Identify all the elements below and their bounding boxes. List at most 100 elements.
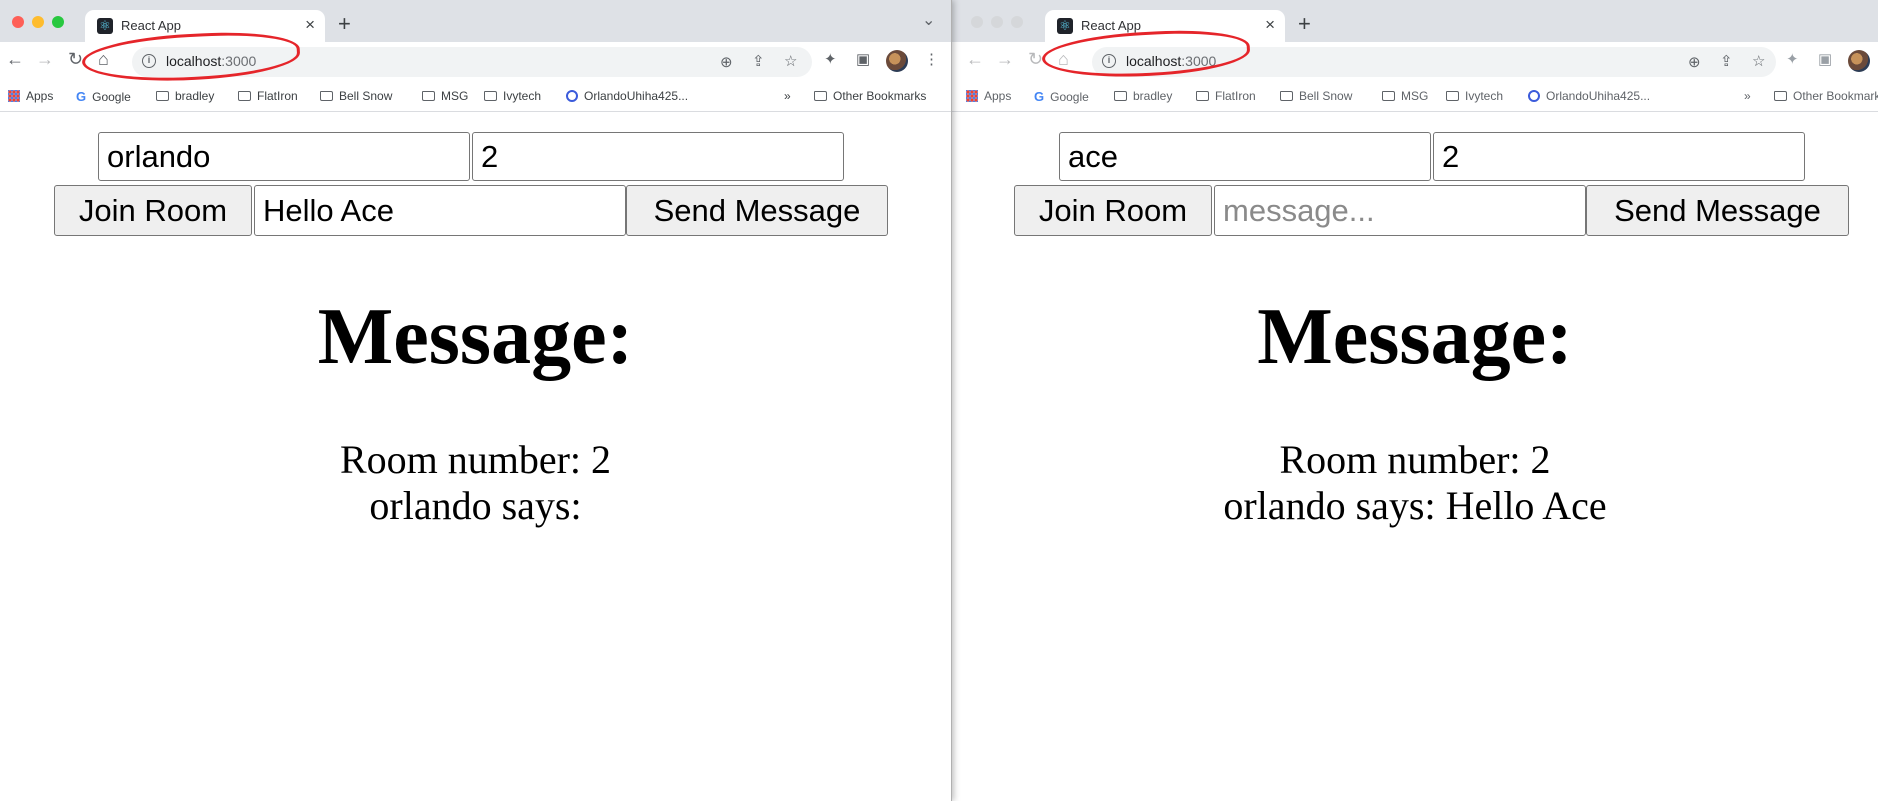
star-icon[interactable]: ☆ [784, 52, 797, 70]
share-icon[interactable]: ⇪ [1720, 52, 1733, 70]
forward-arrow-icon[interactable]: → [36, 49, 54, 70]
side-panel-icon[interactable]: ▣ [856, 50, 870, 68]
room-input[interactable] [1433, 132, 1805, 181]
new-tab-icon[interactable]: + [338, 11, 351, 37]
bookmarks-bar: Apps G Google bradley FlatIron Bell Snow … [0, 81, 951, 112]
maximize-window-dot[interactable] [52, 16, 64, 28]
bookmark-ivytech[interactable]: Ivytech [484, 89, 541, 103]
room-input[interactable] [472, 132, 844, 181]
extensions-icon[interactable]: ✦ [1786, 50, 1799, 68]
received-message-text: orlando says: Hello Ace [1223, 483, 1607, 528]
chevron-down-icon[interactable]: ⌄ [922, 10, 935, 30]
bookmarks-overflow-icon[interactable]: » [1744, 89, 1751, 103]
minimize-window-dot[interactable] [991, 16, 1003, 28]
apps-grid-icon [966, 90, 978, 102]
home-icon[interactable]: ⌂ [1058, 49, 1069, 70]
address-bar[interactable]: i localhost:3000 ⊕ ⇪ ☆ [1092, 47, 1776, 77]
join-room-button[interactable]: Join Room [54, 185, 252, 236]
join-room-button[interactable]: Join Room [1014, 185, 1212, 236]
bookmarks-overflow-icon[interactable]: » [784, 89, 791, 103]
bookmark-msg[interactable]: MSG [422, 89, 468, 103]
apps-grid-icon [8, 90, 20, 102]
bookmark-msg[interactable]: MSG [1382, 89, 1428, 103]
share-icon[interactable]: ⇪ [752, 52, 765, 70]
react-icon: ⚛ [97, 18, 113, 34]
app-content: Join Room Send Message Message: Room num… [0, 112, 951, 801]
star-icon[interactable]: ☆ [1752, 52, 1765, 70]
folder-icon [320, 91, 333, 101]
bookmark-apps[interactable]: Apps [966, 89, 1011, 103]
close-window-dot[interactable] [12, 16, 24, 28]
browser-window-left: ⚛ React App × + ⌄ ← → ↻ ⌂ i localhost:30… [0, 0, 952, 801]
send-message-button[interactable]: Send Message [1586, 185, 1849, 236]
bookmark-orlando[interactable]: OrlandoUhiha425... [566, 89, 688, 103]
send-message-button[interactable]: Send Message [626, 185, 888, 236]
reload-icon[interactable]: ↻ [1028, 49, 1043, 70]
bookmark-apps[interactable]: Apps [8, 89, 53, 103]
tab-title: React App [1081, 18, 1141, 33]
bookmark-flatiron[interactable]: FlatIron [238, 89, 298, 103]
bookmark-google[interactable]: G Google [76, 89, 131, 104]
new-tab-icon[interactable]: + [1298, 11, 1311, 37]
message-input[interactable] [254, 185, 626, 236]
extensions-icon[interactable]: ✦ [824, 50, 837, 68]
received-message-text: orlando says: [369, 483, 582, 528]
home-icon[interactable]: ⌂ [98, 49, 109, 70]
browser-toolbar: ← → ↻ ⌂ i localhost:3000 ⊕ ⇪ ☆ ✦ ▣ [952, 42, 1878, 81]
url-text: localhost:3000 [1126, 53, 1217, 69]
bookmark-bell-snow[interactable]: Bell Snow [320, 89, 392, 103]
zoom-icon[interactable]: ⊕ [1688, 53, 1701, 71]
zoom-icon[interactable]: ⊕ [720, 53, 733, 71]
folder-icon [1280, 91, 1293, 101]
bookmark-other[interactable]: Other Bookmarks [814, 89, 926, 103]
bookmark-bell-snow[interactable]: Bell Snow [1280, 89, 1352, 103]
message-input[interactable] [1214, 185, 1586, 236]
bookmark-bradley[interactable]: bradley [1114, 89, 1172, 103]
info-icon[interactable]: i [142, 54, 156, 68]
tab-strip: ⚛ React App × + [952, 0, 1878, 42]
google-icon: G [1034, 89, 1045, 104]
google-icon: G [76, 89, 87, 104]
folder-icon [156, 91, 169, 101]
tab-title: React App [121, 18, 181, 33]
bookmark-other[interactable]: Other Bookmarks [1774, 89, 1878, 103]
bookmark-ivytech[interactable]: Ivytech [1446, 89, 1503, 103]
room-number-text: Room number: 2 [339, 437, 612, 482]
reload-icon[interactable]: ↻ [68, 49, 83, 70]
bookmarks-bar: Apps G Google bradley FlatIron Bell Snow … [952, 81, 1878, 112]
room-number-text: Room number: 2 [1279, 437, 1551, 482]
more-menu-icon[interactable]: ⋮ [924, 50, 939, 68]
app-content: Join Room Send Message Message: Room num… [952, 112, 1878, 801]
close-icon[interactable]: × [305, 15, 315, 35]
browser-tab[interactable]: ⚛ React App × [85, 10, 325, 42]
minimize-window-dot[interactable] [32, 16, 44, 28]
name-input[interactable] [98, 132, 470, 181]
bookmark-orlando[interactable]: OrlandoUhiha425... [1528, 89, 1650, 103]
message-heading: Message: [1257, 293, 1573, 381]
q-logo-icon [566, 90, 578, 102]
react-icon: ⚛ [1057, 18, 1073, 34]
back-arrow-icon[interactable]: ← [6, 49, 24, 70]
bookmark-bradley[interactable]: bradley [156, 89, 214, 103]
bookmark-google[interactable]: G Google [1034, 89, 1089, 104]
avatar[interactable] [1848, 50, 1870, 72]
url-text: localhost:3000 [166, 53, 257, 69]
side-panel-icon[interactable]: ▣ [1818, 50, 1832, 68]
info-icon[interactable]: i [1102, 54, 1116, 68]
message-heading: Message: [317, 293, 634, 381]
maximize-window-dot[interactable] [1011, 16, 1023, 28]
name-input[interactable] [1059, 132, 1431, 181]
avatar[interactable] [886, 50, 908, 72]
back-arrow-icon[interactable]: ← [966, 49, 984, 70]
browser-toolbar: ← → ↻ ⌂ i localhost:3000 ⊕ ⇪ ☆ ✦ ▣ ⋮ [0, 42, 951, 81]
folder-icon [238, 91, 251, 101]
bookmark-flatiron[interactable]: FlatIron [1196, 89, 1256, 103]
folder-icon [1382, 91, 1395, 101]
forward-arrow-icon[interactable]: → [996, 49, 1014, 70]
close-window-dot[interactable] [971, 16, 983, 28]
close-icon[interactable]: × [1265, 15, 1275, 35]
address-bar[interactable]: i localhost:3000 ⊕ ⇪ ☆ [132, 47, 812, 77]
browser-tab[interactable]: ⚛ React App × [1045, 10, 1285, 42]
folder-icon [422, 91, 435, 101]
folder-icon [1446, 91, 1459, 101]
